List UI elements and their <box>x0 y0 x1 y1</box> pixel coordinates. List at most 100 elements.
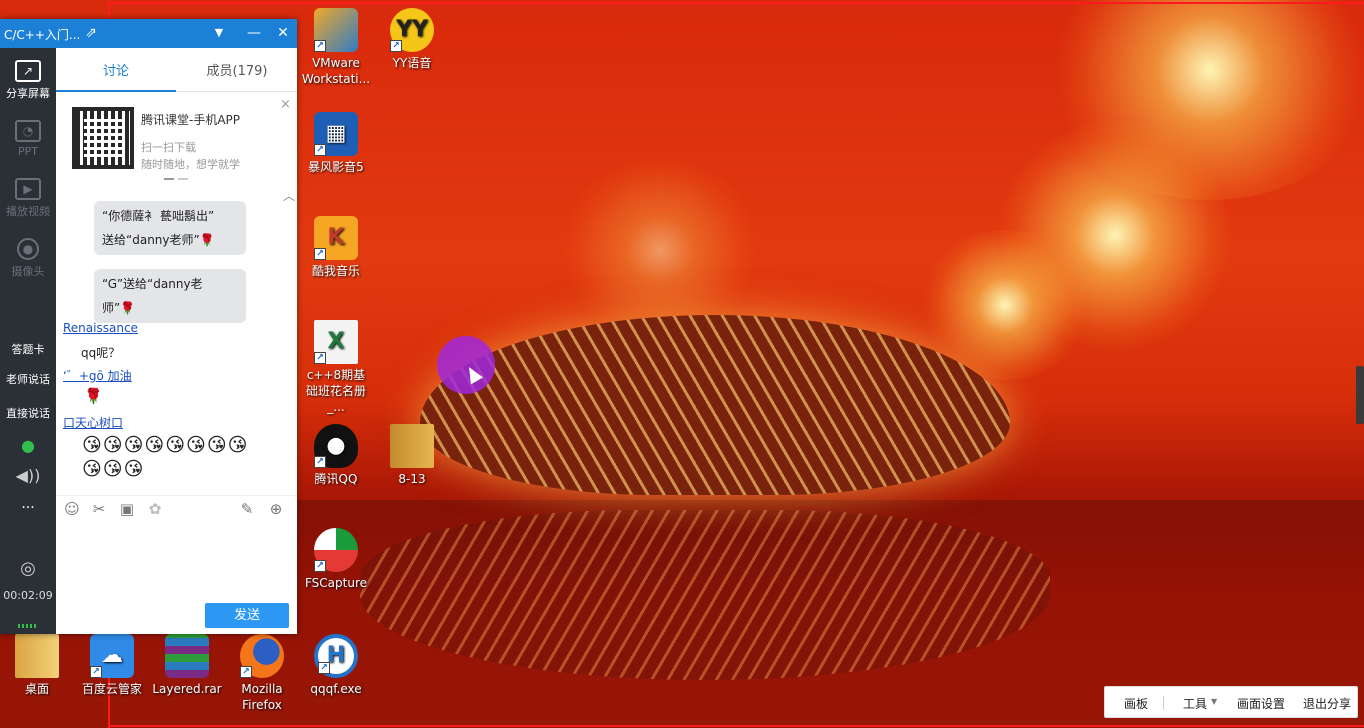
message-text: “G”送给“danny老 <box>102 277 203 291</box>
sender-name[interactable]: Renaissance <box>63 321 138 335</box>
folder-icon <box>15 634 59 678</box>
signal-indicator <box>18 624 38 628</box>
image-icon[interactable]: ▣ <box>117 499 137 519</box>
toolbar-divider <box>1163 696 1164 710</box>
share-out-icon[interactable]: ⇗ <box>80 23 102 43</box>
h-app-icon: H ↗ <box>314 634 358 678</box>
desktop-icon-label: 酷我音乐 <box>311 264 360 278</box>
tab-members[interactable]: 成员(179) <box>177 48 297 92</box>
desktop-icon-baidu-cloud[interactable]: ☁ ↗ 百度云管家 <box>77 634 147 697</box>
camera-icon: ● <box>17 238 39 260</box>
promo-close-icon[interactable]: × <box>280 97 291 112</box>
spreadsheet-icon: X ↗ <box>314 320 358 364</box>
chat-titlebar[interactable]: C/C++入门... ⇗ ▼ — ✕ <box>0 19 297 48</box>
gift-message-bubble: “G”送给“danny老 师”🌹 <box>94 269 246 323</box>
direct-speak-button[interactable]: 直接说话 <box>0 405 56 421</box>
desktop-icon-tencent-qq[interactable]: ● ↗ 腾讯QQ <box>301 424 371 487</box>
desktop-icon-excel-file[interactable]: X ↗ c++8期基础班花名册_... <box>301 320 371 415</box>
desktop-icon-folder-813[interactable]: 8-13 <box>377 424 447 487</box>
more-button[interactable]: ... <box>0 496 56 512</box>
send-button[interactable]: 发送 <box>205 603 289 628</box>
desktop-icon-kuwo[interactable]: K ↗ 酷我音乐 <box>301 216 371 279</box>
edge-handle[interactable] <box>1356 366 1364 424</box>
play-video-button[interactable]: ▶ 播放视频 <box>0 178 56 219</box>
yy-voice-icon: YY ↗ <box>390 8 434 52</box>
whiteboard-button[interactable]: 画板 <box>1124 695 1148 712</box>
minimize-icon[interactable]: — <box>243 23 265 43</box>
ppt-icon: ◔ <box>15 120 41 142</box>
rose-emoji: 🌹 <box>84 387 103 405</box>
collapse-icon[interactable]: ︿ <box>283 187 295 204</box>
desktop-icon-label: Layered.rar <box>152 682 222 696</box>
desktop-icon-desktop[interactable]: 桌面 <box>2 634 72 697</box>
share-screen-icon: ↗ <box>15 60 41 82</box>
sender-name[interactable]: ‘゛+gō 加油 <box>63 367 132 384</box>
archive-icon <box>165 634 209 678</box>
chat-tabs: 讨论 成员(179) <box>56 48 297 92</box>
window-title: C/C++入门... <box>4 28 81 42</box>
tab-discussion[interactable]: 讨论 <box>56 48 176 92</box>
desktop-icon-layered-rar[interactable]: Layered.rar <box>152 634 222 697</box>
emoji-icon[interactable]: ☺ <box>62 499 82 519</box>
recording-frame-bottom <box>108 725 1364 727</box>
desktop-icon-label: YY语音 <box>392 56 432 70</box>
record-icon[interactable]: ◎ <box>0 558 56 579</box>
desktop-icon-fscapture[interactable]: ↗ FSCapture <box>301 528 371 591</box>
cloud-icon: ☁ ↗ <box>90 634 134 678</box>
cursor-highlight <box>437 336 495 394</box>
share-screen-button[interactable]: ↗ 分享屏幕 <box>0 60 56 101</box>
screen-settings-button[interactable]: 画面设置 <box>1237 695 1285 712</box>
message-list: ︿ “你德薩衤 甆咄鬍出” 送给“danny老师”🌹 “G”送给“danny老 … <box>56 189 297 491</box>
exit-share-button[interactable]: 退出分享 <box>1303 695 1351 712</box>
sender-name[interactable]: 口天心树口 <box>63 414 123 431</box>
qq-penguin-icon: ● ↗ <box>314 424 358 468</box>
tools-button[interactable]: 工具 <box>1183 695 1207 712</box>
dropdown-icon[interactable]: ▼ <box>208 23 230 43</box>
close-icon[interactable]: ✕ <box>272 23 294 43</box>
sidebar-label: 分享屏幕 <box>6 87 50 100</box>
add-member-icon[interactable]: ⊕ <box>266 499 286 519</box>
desktop-icon-yy[interactable]: YY ↗ YY语音 <box>377 8 447 71</box>
flower-icon[interactable]: ✿ <box>145 499 165 519</box>
vmware-icon: ↗ <box>314 8 358 52</box>
desktop-icon-vmware[interactable]: ↗ VMware Workstati... <box>301 8 371 87</box>
message-input[interactable] <box>56 522 297 600</box>
message-text: qq呢？ <box>81 346 121 360</box>
ppt-button[interactable]: ◔ PPT <box>0 120 56 158</box>
message-text: 师”🌹 <box>102 301 136 315</box>
classroom-sidebar: ↗ 分享屏幕 ◔ PPT ▶ 播放视频 ● 摄像头 答题卡 老师说话 直接说话 … <box>0 48 56 634</box>
stadium-image <box>420 315 1010 495</box>
desktop-icon-qqqf[interactable]: H ↗ qqqf.exe <box>301 634 371 697</box>
desktop-icon-firefox[interactable]: ↗ Mozilla Firefox <box>227 634 297 713</box>
recording-frame-top <box>108 2 1364 4</box>
sidebar-label: 摄像头 <box>11 265 45 278</box>
desktop-icon-label: 腾讯QQ <box>314 472 358 486</box>
microphone-icon[interactable]: ● <box>0 436 56 455</box>
emoji-row: 😘😘😘 <box>82 458 145 480</box>
play-video-icon: ▶ <box>15 178 41 200</box>
firework-decoration <box>560 160 760 340</box>
desktop-icon-label: FSCapture <box>304 576 368 590</box>
speaker-icon[interactable]: ◀)) <box>0 466 56 485</box>
desktop-icon-label: qqqf.exe <box>310 682 362 696</box>
promo-line2: 随时随地，想学就学 <box>141 158 240 171</box>
desktop-icon-label: c++8期基础班花名册_... <box>305 368 366 414</box>
desktop-icon-baofeng[interactable]: ▦ ↗ 暴风影音5 <box>301 112 371 175</box>
stadium-reflection <box>360 510 1050 680</box>
firefox-icon: ↗ <box>240 634 284 678</box>
scissors-icon[interactable]: ✂ <box>89 499 109 519</box>
promo-line1: 扫一扫下载 <box>141 141 196 154</box>
folder-icon <box>390 424 434 468</box>
answer-card-button[interactable]: 答题卡 <box>0 341 56 357</box>
camera-button[interactable]: ● 摄像头 <box>0 238 56 279</box>
desktop-icon-label: Mozilla Firefox <box>241 682 283 712</box>
edit-icon[interactable]: ✎ <box>237 499 257 519</box>
desktop-icon-label: 暴风影音5 <box>308 160 364 174</box>
message-text: 送给“danny老师”🌹 <box>102 233 215 247</box>
gift-message-bubble: “你德薩衤 甆咄鬍出” 送给“danny老师”🌹 <box>94 201 246 255</box>
teacher-speak-button[interactable]: 老师说话 <box>0 371 56 387</box>
mobile-app-promo: 腾讯课堂-手机APP 扫一扫下载 随时随地，想学就学 × <box>64 95 294 191</box>
desktop-icon-label: VMware Workstati... <box>301 56 371 86</box>
film-strip-icon: ▦ ↗ <box>314 112 358 156</box>
message-text: “你德薩衤 甆咄鬍出” <box>102 209 215 223</box>
